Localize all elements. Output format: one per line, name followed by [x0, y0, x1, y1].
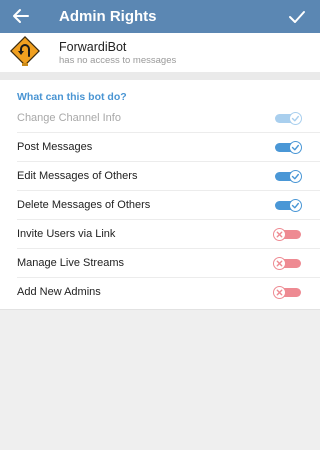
permission-invite-users[interactable]: Invite Users via Link [0, 220, 320, 249]
toggle-switch[interactable] [273, 199, 302, 212]
bot-status: has no access to messages [59, 55, 177, 66]
check-icon [291, 115, 299, 122]
toggle-switch[interactable] [273, 141, 302, 154]
permission-label: Post Messages [17, 141, 93, 153]
toggle-switch[interactable] [273, 228, 302, 241]
bot-info: ForwardiBot has no access to messages [0, 33, 320, 72]
toggle-switch[interactable] [273, 286, 302, 299]
bot-name: ForwardiBot [59, 40, 127, 54]
cross-icon [276, 231, 283, 238]
toggle-switch [273, 112, 302, 125]
permission-delete-messages[interactable]: Delete Messages of Others [0, 191, 320, 220]
check-icon [291, 173, 299, 180]
permission-post-messages[interactable]: Post Messages [0, 133, 320, 162]
cross-icon [276, 260, 283, 267]
page-title: Admin Rights [59, 8, 157, 25]
permission-change-channel-info: Change Channel Info [0, 104, 320, 133]
toolbar: Admin Rights [0, 0, 320, 33]
permission-label: Edit Messages of Others [17, 170, 138, 182]
section-separator [0, 72, 320, 80]
toggle-switch[interactable] [273, 257, 302, 270]
permission-add-new-admins[interactable]: Add New Admins [0, 278, 320, 307]
check-icon [291, 202, 299, 209]
road-sign-u-turn-icon [10, 36, 40, 66]
admin-rights-screen: Admin Rights ForwardiBot has no access t… [0, 0, 320, 450]
permission-label: Change Channel Info [17, 112, 121, 124]
section-header: What can this bot do? [17, 91, 127, 103]
check-icon [291, 144, 299, 151]
permission-manage-live-streams[interactable]: Manage Live Streams [0, 249, 320, 278]
permission-label: Add New Admins [17, 286, 101, 298]
permission-edit-messages[interactable]: Edit Messages of Others [0, 162, 320, 191]
permission-label: Manage Live Streams [17, 257, 124, 269]
permissions-section: What can this bot do? Change Channel Inf… [0, 80, 320, 310]
toggle-switch[interactable] [273, 170, 302, 183]
arrow-left-icon[interactable] [10, 6, 32, 26]
permission-label: Invite Users via Link [17, 228, 116, 240]
permission-label: Delete Messages of Others [17, 199, 151, 211]
cross-icon [276, 289, 283, 296]
checkmark-icon[interactable] [286, 7, 308, 27]
